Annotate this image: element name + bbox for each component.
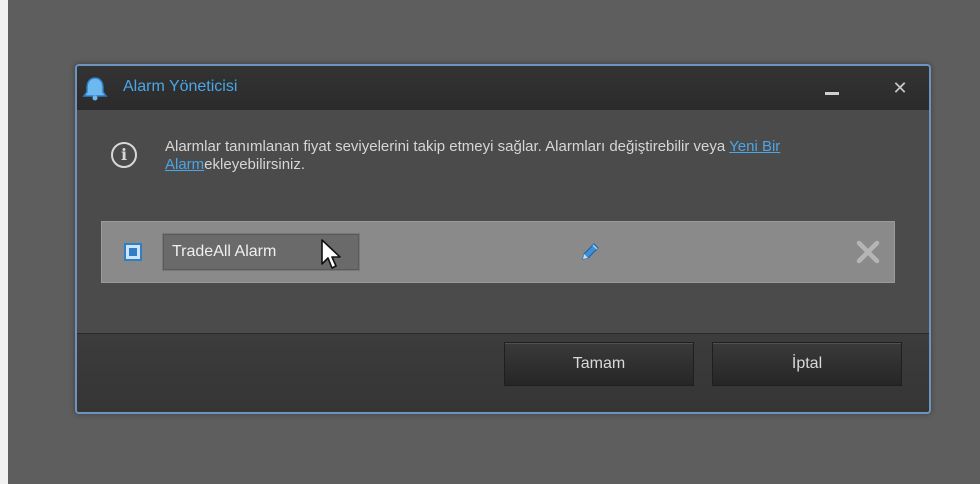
dialog-footer: Tamam İptal	[77, 333, 929, 412]
close-icon: ✕	[892, 78, 908, 98]
ok-button[interactable]: Tamam	[504, 342, 694, 386]
cancel-button[interactable]: İptal	[712, 342, 902, 386]
cursor-icon	[321, 239, 341, 269]
info-icon: i	[111, 142, 137, 168]
alarm-row[interactable]: TradeAll Alarm	[101, 221, 895, 283]
bell-icon	[82, 77, 108, 101]
minimize-button[interactable]	[817, 74, 847, 102]
checkbox-icon	[129, 248, 137, 256]
desktop-edge	[0, 0, 8, 484]
dialog-title: Alarm Yöneticisi	[123, 78, 238, 95]
info-text-after: ekleyebilirsiniz.	[204, 156, 306, 173]
pencil-icon[interactable]	[579, 241, 601, 263]
title-bar[interactable]: Alarm Yöneticisi ✕	[77, 66, 929, 110]
info-text-before: Alarmlar tanımlanan fiyat seviyelerini t…	[165, 138, 730, 155]
delete-icon[interactable]	[854, 238, 882, 266]
alarm-manager-dialog: Alarm Yöneticisi ✕ i Alarmlar tanımlanan…	[75, 64, 931, 414]
info-text: Alarmlar tanımlanan fiyat seviyelerini t…	[165, 138, 865, 174]
minimize-icon	[825, 92, 839, 95]
close-button[interactable]: ✕	[885, 74, 915, 102]
alarm-checkbox[interactable]	[124, 243, 142, 261]
